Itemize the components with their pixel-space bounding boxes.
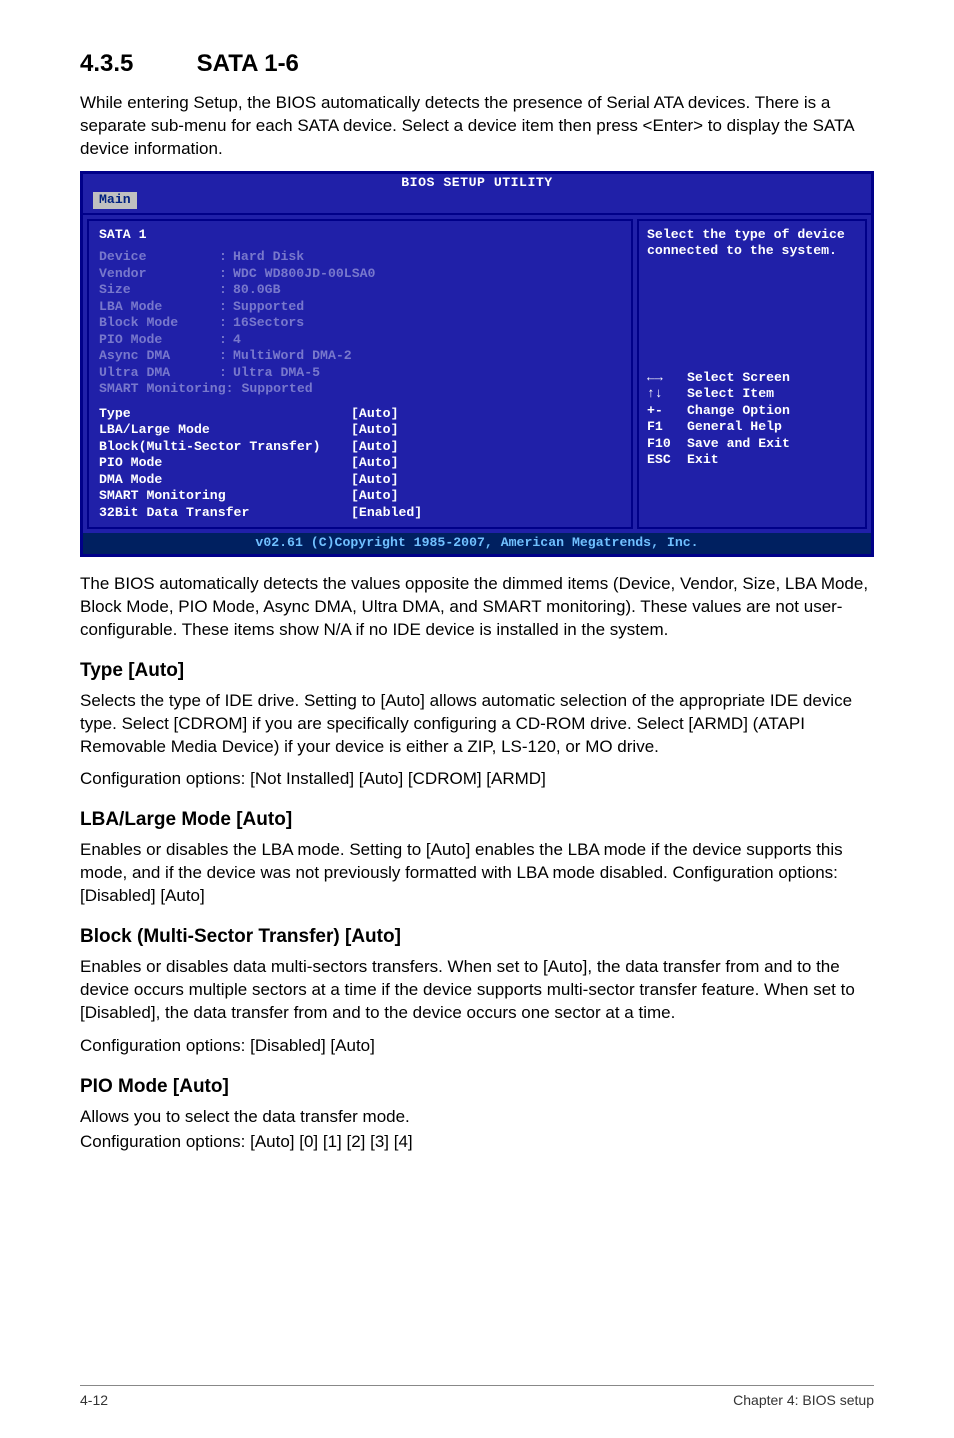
section-title-text: SATA 1-6 [197, 50, 299, 77]
type-body: Selects the type of IDE drive. Setting t… [80, 690, 874, 759]
post-bios-paragraph: The BIOS automatically detects the value… [80, 573, 874, 642]
bios-dim-row: Device:Hard Disk [99, 249, 621, 266]
bios-dim-row: SMART Monitoring: Supported [99, 381, 621, 398]
bios-option-row[interactable]: Block(Multi-Sector Transfer)[Auto] [99, 439, 621, 456]
lba-heading: LBA/Large Mode [Auto] [80, 809, 874, 831]
bios-hint-row: F10Save and Exit [647, 436, 857, 453]
bios-option-row[interactable]: LBA/Large Mode[Auto] [99, 422, 621, 439]
bios-dim-row: Size:80.0GB [99, 282, 621, 299]
bios-dim-row: Block Mode:16Sectors [99, 315, 621, 332]
bios-copyright: v02.61 (C)Copyright 1985-2007, American … [83, 533, 871, 554]
type-heading: Type [Auto] [80, 660, 874, 682]
bios-dim-row: Ultra DMA:Ultra DMA-5 [99, 365, 621, 382]
type-options: Configuration options: [Not Installed] [… [80, 768, 874, 791]
bios-hint-row: +-Change Option [647, 403, 857, 420]
bios-dim-row: PIO Mode:4 [99, 332, 621, 349]
bios-option-row[interactable]: 32Bit Data Transfer[Enabled] [99, 505, 621, 522]
block-heading: Block (Multi-Sector Transfer) [Auto] [80, 926, 874, 948]
bios-option-row[interactable]: SMART Monitoring[Auto] [99, 488, 621, 505]
pio-heading: PIO Mode [Auto] [80, 1076, 874, 1098]
bios-tab-main[interactable]: Main [93, 192, 137, 209]
pio-body: Allows you to select the data transfer m… [80, 1106, 874, 1129]
bios-dim-row: Vendor:WDC WD800JD-00LSA0 [99, 266, 621, 283]
page-number: 4-12 [80, 1392, 108, 1408]
bios-title: BIOS SETUP UTILITY [83, 174, 871, 193]
bios-dim-row: LBA Mode:Supported [99, 299, 621, 316]
chapter-label: Chapter 4: BIOS setup [733, 1392, 874, 1408]
bios-tab-row: Main [83, 192, 871, 213]
bios-hint-row: ESCExit [647, 452, 857, 469]
bios-screenshot: BIOS SETUP UTILITY Main SATA 1 Device:Ha… [80, 171, 874, 557]
section-number: 4.3.5 [80, 50, 190, 78]
block-options: Configuration options: [Disabled] [Auto] [80, 1035, 874, 1058]
bios-option-row[interactable]: Type[Auto] [99, 406, 621, 423]
lba-body: Enables or disables the LBA mode. Settin… [80, 839, 874, 908]
pio-options: Configuration options: [Auto] [0] [1] [2… [80, 1131, 874, 1154]
bios-sata-header: SATA 1 [99, 227, 621, 244]
bios-left-pane: SATA 1 Device:Hard Disk Vendor:WDC WD800… [87, 219, 633, 530]
bios-hint-row: ↑↓Select Item [647, 386, 857, 403]
bios-help-text: Select the type of device connected to t… [647, 227, 857, 260]
bios-right-pane: Select the type of device connected to t… [637, 219, 867, 530]
intro-paragraph: While entering Setup, the BIOS automatic… [80, 92, 874, 161]
page-footer: 4-12 Chapter 4: BIOS setup [80, 1385, 874, 1408]
block-body: Enables or disables data multi-sectors t… [80, 956, 874, 1025]
section-heading: 4.3.5 SATA 1-6 [80, 50, 874, 78]
bios-hint-row: F1General Help [647, 419, 857, 436]
bios-hint-row: ←→Select Screen [647, 370, 857, 387]
bios-option-row[interactable]: DMA Mode[Auto] [99, 472, 621, 489]
bios-dim-row: Async DMA:MultiWord DMA-2 [99, 348, 621, 365]
bios-option-row[interactable]: PIO Mode[Auto] [99, 455, 621, 472]
